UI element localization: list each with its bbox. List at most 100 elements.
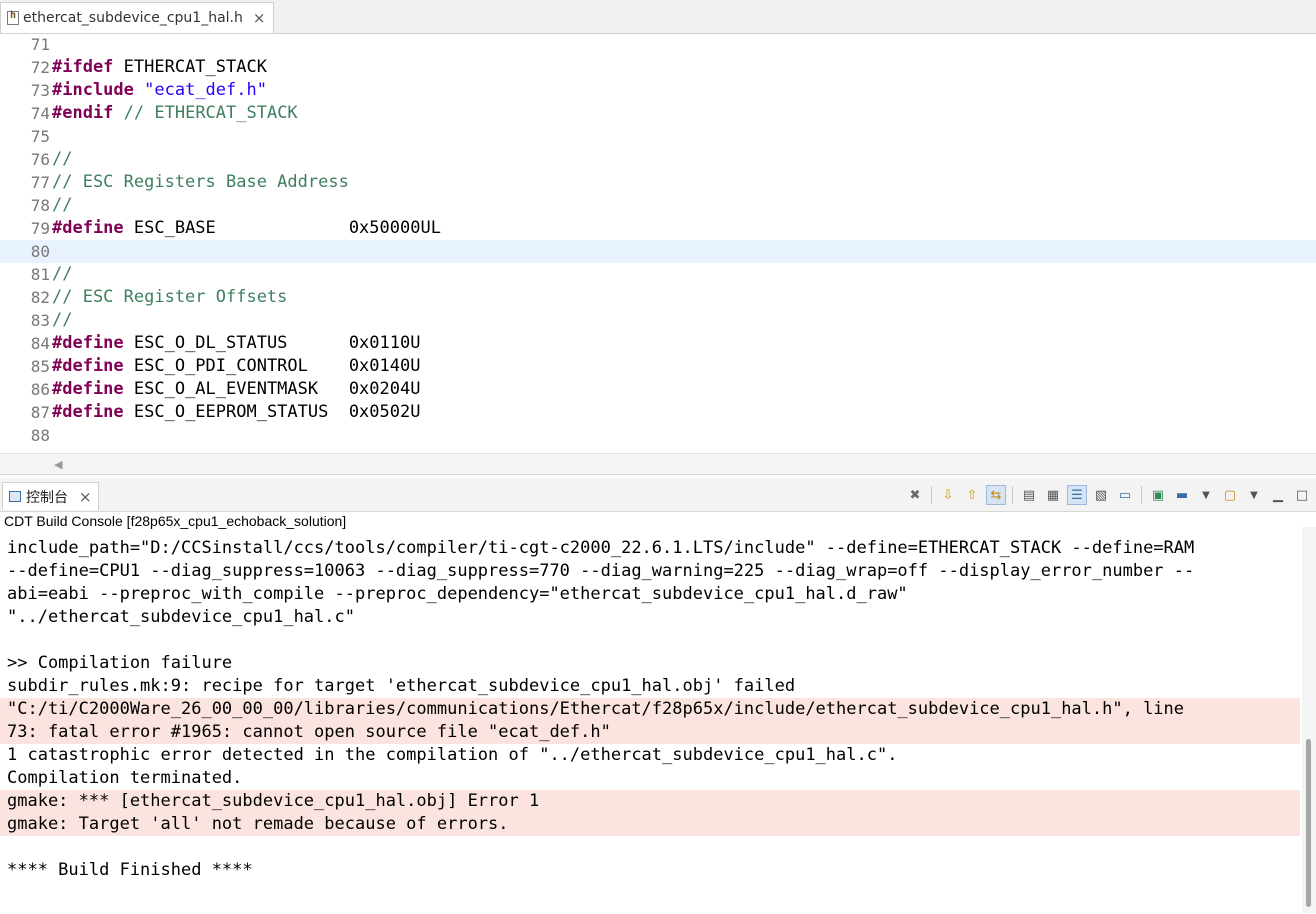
line-number: 73: [30, 81, 50, 100]
code-token: ESC_BASE 0x50000UL: [123, 218, 441, 238]
code-token: //: [52, 195, 73, 215]
open-console-icon[interactable]: ▣: [1148, 485, 1168, 505]
line-number: 88: [30, 426, 50, 445]
code-line[interactable]: 86 #define ESC_O_AL_EVENTMASK 0x0204U: [0, 378, 1316, 401]
console-line[interactable]: subdir_rules.mk:9: recipe for target 'et…: [0, 675, 1300, 698]
chevron-down-icon[interactable]: ▼: [1244, 485, 1264, 505]
code-line[interactable]: 79 #define ESC_BASE 0x50000UL: [0, 217, 1316, 240]
console-line[interactable]: include_path="D:/CCSinstall/ccs/tools/co…: [0, 537, 1300, 560]
tab-console[interactable]: 控制台 ×: [2, 482, 99, 510]
console-line[interactable]: [0, 836, 1300, 859]
code-line[interactable]: 75: [0, 125, 1316, 148]
code-area[interactable]: 71 72 #ifdef ETHERCAT_STACK 73 #include "eca…: [0, 33, 1316, 453]
code-line[interactable]: 76//: [0, 148, 1316, 171]
maximize-icon[interactable]: □: [1292, 485, 1312, 505]
code-token: ETHERCAT_STACK: [113, 57, 267, 77]
pin-console-icon[interactable]: ☰: [1067, 485, 1087, 505]
line-number: 82: [30, 288, 50, 307]
code-line[interactable]: 78//: [0, 194, 1316, 217]
line-number: 87: [30, 403, 50, 422]
code-token: ESC_O_PDI_CONTROL 0x0140U: [123, 356, 421, 376]
code-text: // ESC Register Offsets: [52, 286, 287, 309]
code-text: //: [52, 194, 72, 217]
code-token: #define: [52, 356, 124, 376]
code-text: #ifdef ETHERCAT_STACK: [52, 56, 267, 79]
close-icon[interactable]: ×: [79, 488, 92, 506]
code-token: //: [52, 264, 73, 284]
previous-error-icon[interactable]: ⇧: [962, 485, 982, 505]
code-line[interactable]: 83//: [0, 309, 1316, 332]
code-text: #define ESC_O_AL_EVENTMASK 0x0204U: [52, 378, 420, 401]
code-line[interactable]: 74 #endif // ETHERCAT_STACK: [0, 102, 1316, 125]
code-token: #ifdef: [52, 57, 114, 77]
scrollbar-thumb[interactable]: [1306, 739, 1311, 907]
code-line[interactable]: 71: [0, 33, 1316, 56]
console-line[interactable]: Compilation terminated.: [0, 767, 1300, 790]
console-error-line[interactable]: gmake: Target 'all' not remade because o…: [0, 813, 1300, 836]
code-line[interactable]: 73 #include "ecat_def.h": [0, 79, 1316, 102]
line-number: 81: [30, 265, 50, 284]
word-wrap-icon[interactable]: ▤: [1019, 485, 1039, 505]
console-line[interactable]: "../ethercat_subdevice_cpu1_hal.c": [0, 606, 1300, 629]
code-line[interactable]: 80: [0, 240, 1316, 263]
console-line[interactable]: 1 catastrophic error detected in the com…: [0, 744, 1300, 767]
console-error-line[interactable]: gmake: *** [ethercat_subdevice_cpu1_hal.…: [0, 790, 1300, 813]
code-line[interactable]: 82// ESC Register Offsets: [0, 286, 1316, 309]
scroll-left-icon[interactable]: ◀: [54, 458, 62, 471]
code-line[interactable]: 84 #define ESC_O_DL_STATUS 0x0110U: [0, 332, 1316, 355]
code-line[interactable]: 81//: [0, 263, 1316, 286]
console-line[interactable]: [0, 629, 1300, 652]
line-number: 74: [30, 104, 50, 123]
console-line[interactable]: >> Compilation failure: [0, 652, 1300, 675]
line-number: 71: [30, 35, 50, 54]
minimize-icon[interactable]: ▁: [1268, 485, 1288, 505]
console-icon: [9, 491, 21, 502]
new-console-icon[interactable]: ▢: [1220, 485, 1240, 505]
code-token: #define: [52, 379, 124, 399]
code-line[interactable]: 88: [0, 424, 1316, 447]
code-text: #include "ecat_def.h": [52, 79, 267, 102]
code-token: //: [52, 310, 73, 330]
console-line[interactable]: --define=CPU1 --diag_suppress=10063 --di…: [0, 560, 1300, 583]
line-number: 77: [30, 173, 50, 192]
console-tab-label: 控制台: [26, 489, 68, 506]
line-number: 84: [30, 334, 50, 353]
code-token: // ETHERCAT_STACK: [123, 103, 298, 123]
clear-console-icon[interactable]: ✖: [905, 485, 925, 505]
console-line[interactable]: abi=eabi --preproc_with_compile --prepro…: [0, 583, 1300, 606]
close-icon[interactable]: ×: [253, 9, 266, 27]
code-line[interactable]: 87 #define ESC_O_EEPROM_STATUS 0x0502U: [0, 401, 1316, 424]
console-line[interactable]: **** Build Finished ****: [0, 859, 1300, 882]
console-options-icon[interactable]: ▧: [1091, 485, 1111, 505]
console-output[interactable]: include_path="D:/CCSinstall/ccs/tools/co…: [0, 527, 1300, 913]
code-line[interactable]: 85 #define ESC_O_PDI_CONTROL 0x0140U: [0, 355, 1316, 378]
chevron-down-icon[interactable]: ▼: [1196, 485, 1216, 505]
code-text: #define ESC_O_EEPROM_STATUS 0x0502U: [52, 401, 420, 424]
code-line[interactable]: 72 #ifdef ETHERCAT_STACK: [0, 56, 1316, 79]
console-tab-bar: 控制台 × ✖ ⇩ ⇧ ⇆ ▤ ▦ ☰ ▧ ▭ ▣ ▬ ▼ ▢ ▼ ▁ □: [0, 478, 1316, 512]
code-line[interactable]: 77// ESC Registers Base Address: [0, 171, 1316, 194]
code-text: //: [52, 148, 72, 171]
code-editor[interactable]: ethercat_subdevice_cpu1_hal.h × 71 72#ifd…: [0, 0, 1316, 475]
code-token: #define: [52, 402, 124, 422]
display-console-icon[interactable]: ▭: [1115, 485, 1135, 505]
console-error-line[interactable]: 73: fatal error #1965: cannot open sourc…: [0, 721, 1300, 744]
toolbar-separator: [1012, 486, 1013, 504]
code-token: #endif: [52, 103, 114, 123]
editor-tab-hal-h[interactable]: ethercat_subdevice_cpu1_hal.h ×: [0, 2, 275, 33]
vertical-scrollbar[interactable]: [1302, 527, 1316, 913]
show-on-output-icon[interactable]: ▦: [1043, 485, 1063, 505]
next-error-icon[interactable]: ⇩: [938, 485, 958, 505]
line-number: 79: [30, 219, 50, 238]
display-selected-console-icon[interactable]: ▬: [1172, 485, 1192, 505]
line-number: 78: [30, 196, 50, 215]
editor-tab-label: ethercat_subdevice_cpu1_hal.h: [23, 10, 243, 26]
code-text: #endif // ETHERCAT_STACK: [52, 102, 298, 125]
code-text: #define ESC_BASE 0x50000UL: [52, 217, 441, 240]
console-error-line[interactable]: "C:/ti/C2000Ware_26_00_00_00/libraries/c…: [0, 698, 1300, 721]
scroll-lock-icon[interactable]: ⇆: [986, 485, 1006, 505]
toolbar-separator: [1141, 486, 1142, 504]
horizontal-scrollbar[interactable]: ◀: [0, 453, 1316, 474]
